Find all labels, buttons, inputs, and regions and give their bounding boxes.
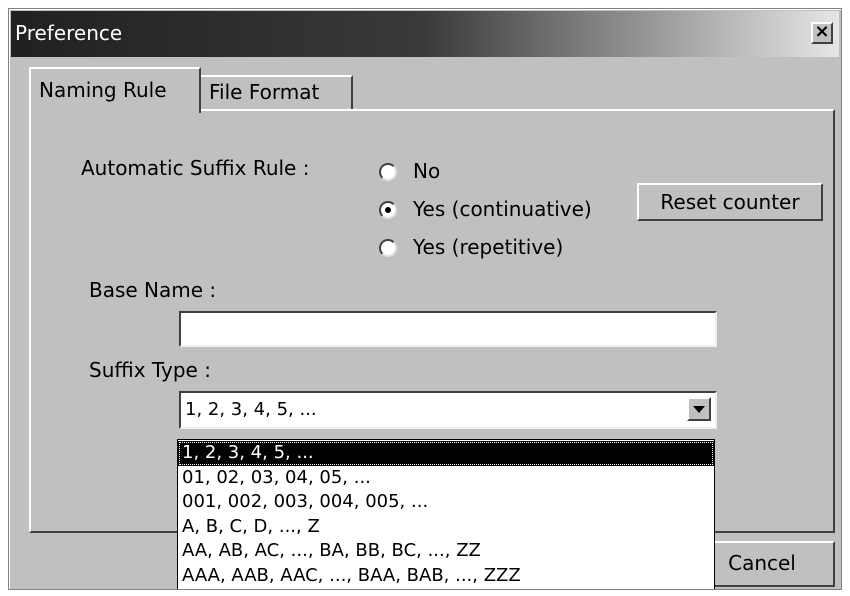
base-name-input[interactable] [179,311,717,347]
base-name-label: Base Name : [89,278,217,302]
close-icon: × [814,21,830,42]
radio-button[interactable] [379,201,397,219]
suffix-type-select[interactable]: 1, 2, 3, 4, 5, ... [179,391,717,429]
radio-selected-dot [385,207,391,213]
tab-file-format[interactable]: File Format [199,75,353,109]
title-bar[interactable]: Preference × [11,11,839,57]
preference-dialog: Preference × Naming Rule File Format Aut… [8,8,842,590]
radio-button[interactable] [379,163,397,181]
dropdown-item[interactable]: 001, 002, 003, 004, 005, ... [178,490,714,515]
suffix-type-value: 1, 2, 3, 4, 5, ... [185,399,317,420]
close-button[interactable]: × [811,22,833,44]
dropdown-item[interactable]: 01, 02, 03, 04, 05, ... [178,466,714,491]
button-label: Reset counter [660,190,800,214]
button-label: Cancel [728,551,796,575]
tab-label: File Format [209,80,320,104]
tab-naming-rule[interactable]: Naming Rule [29,67,201,113]
window-title: Preference [15,21,123,45]
suffix-rule-label: Automatic Suffix Rule : [81,156,310,180]
reset-counter-button[interactable]: Reset counter [637,183,823,221]
radio-button[interactable] [379,239,397,257]
tab-label: Naming Rule [39,78,167,102]
radio-label: Yes (continuative) [413,197,592,221]
chevron-down-icon[interactable] [687,397,711,421]
suffix-type-dropdown-list[interactable]: 1, 2, 3, 4, 5, ... 01, 02, 03, 04, 05, .… [177,439,715,589]
dropdown-item[interactable]: AAA, AAB, AAC, ..., BAA, BAB, ..., ZZZ [178,564,714,589]
radio-label: No [413,159,441,183]
dropdown-item[interactable]: AA, AB, AC, ..., BA, BB, BC, ..., ZZ [178,539,714,564]
dropdown-item[interactable]: 1, 2, 3, 4, 5, ... [178,441,714,466]
suffix-type-label: Suffix Type : [89,358,211,382]
dropdown-item[interactable]: A, B, C, D, ..., Z [178,515,714,540]
radio-label: Yes (repetitive) [413,235,564,259]
